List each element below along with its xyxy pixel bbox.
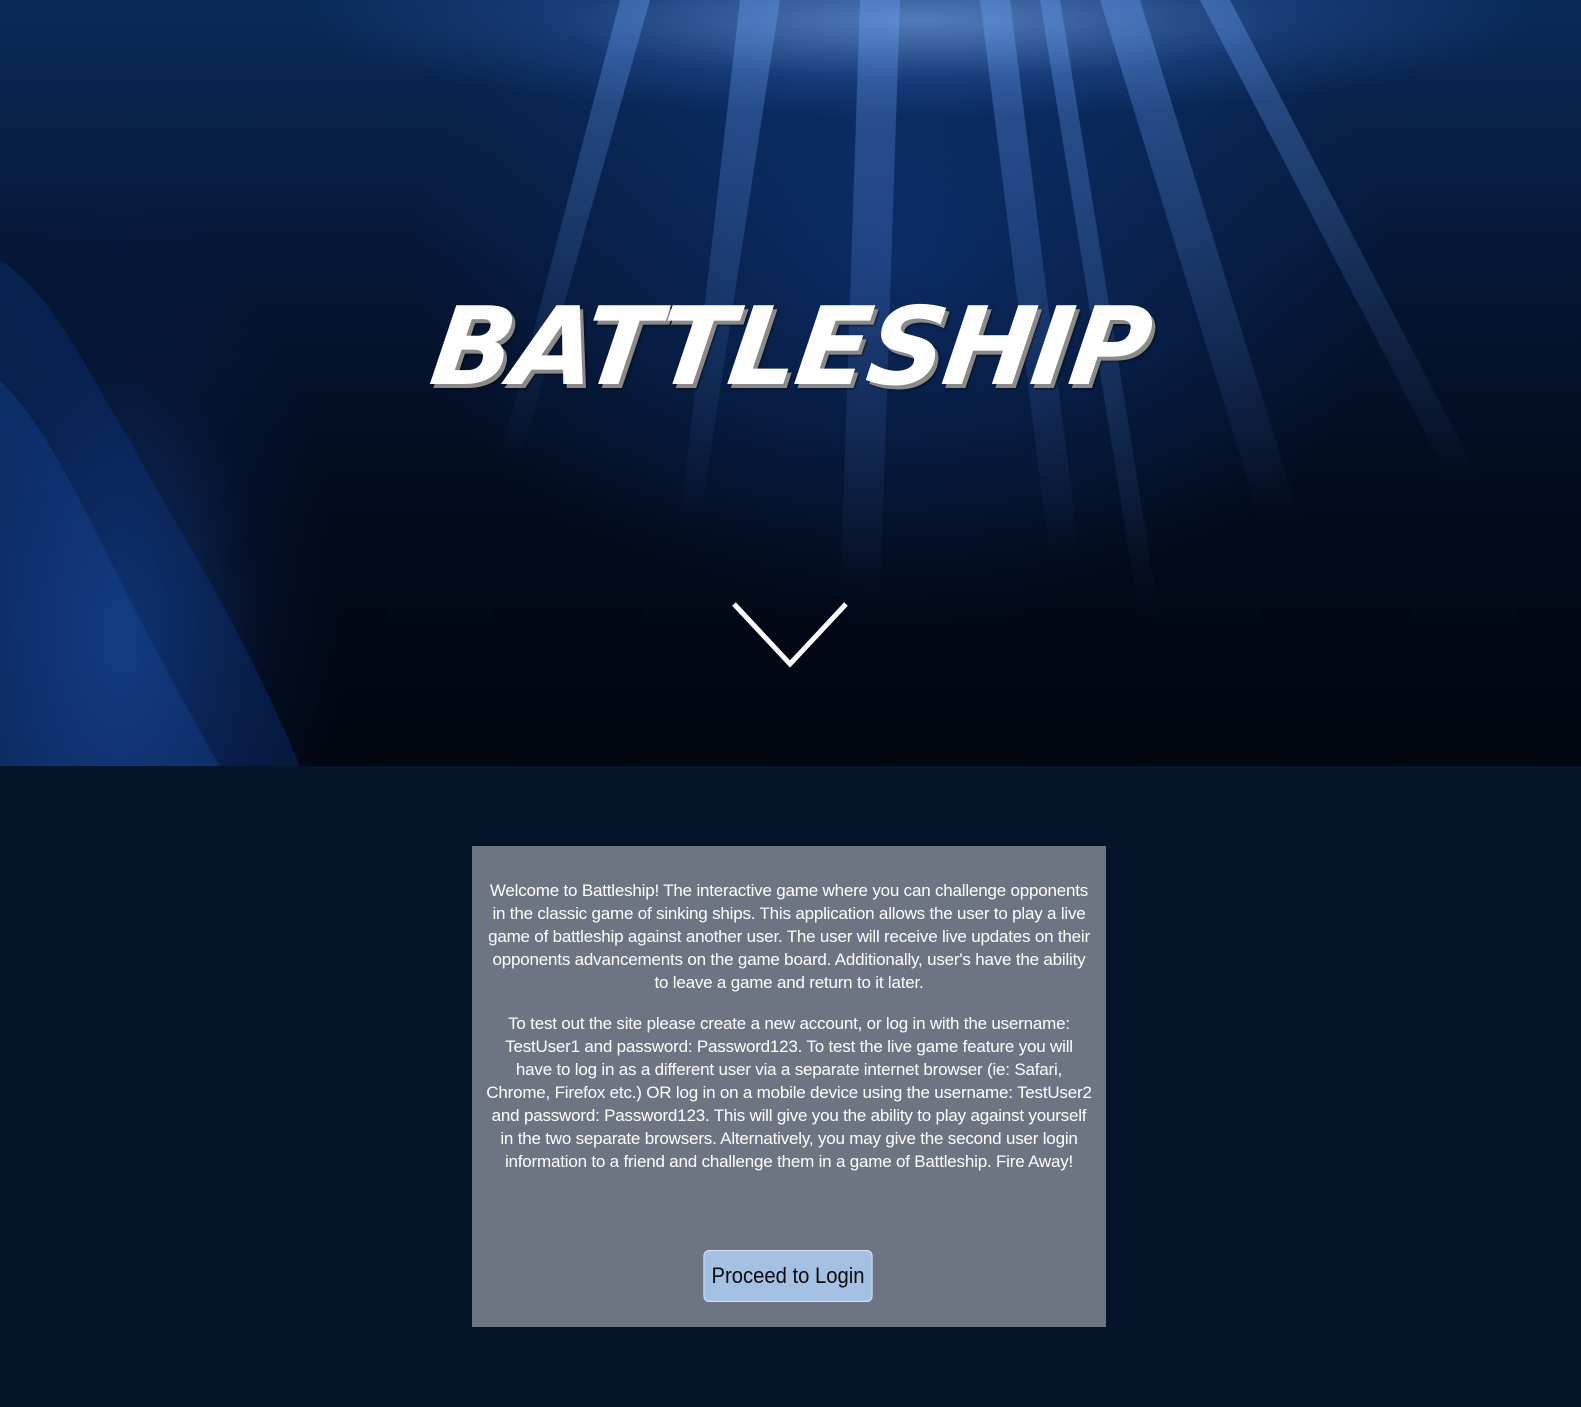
welcome-card: Welcome to Battleship! The interactive g… [472, 846, 1106, 1327]
proceed-to-login-button[interactable]: Proceed to Login [703, 1250, 873, 1302]
hero-section: BATTLESHIP [0, 0, 1581, 766]
chevron-down-icon[interactable] [730, 600, 850, 670]
welcome-paragraph: Welcome to Battleship! The interactive g… [488, 881, 1090, 992]
game-logo-title: BATTLESHIP [423, 285, 1158, 410]
test-instructions-paragraph: To test out the site please create a new… [486, 1014, 1092, 1171]
